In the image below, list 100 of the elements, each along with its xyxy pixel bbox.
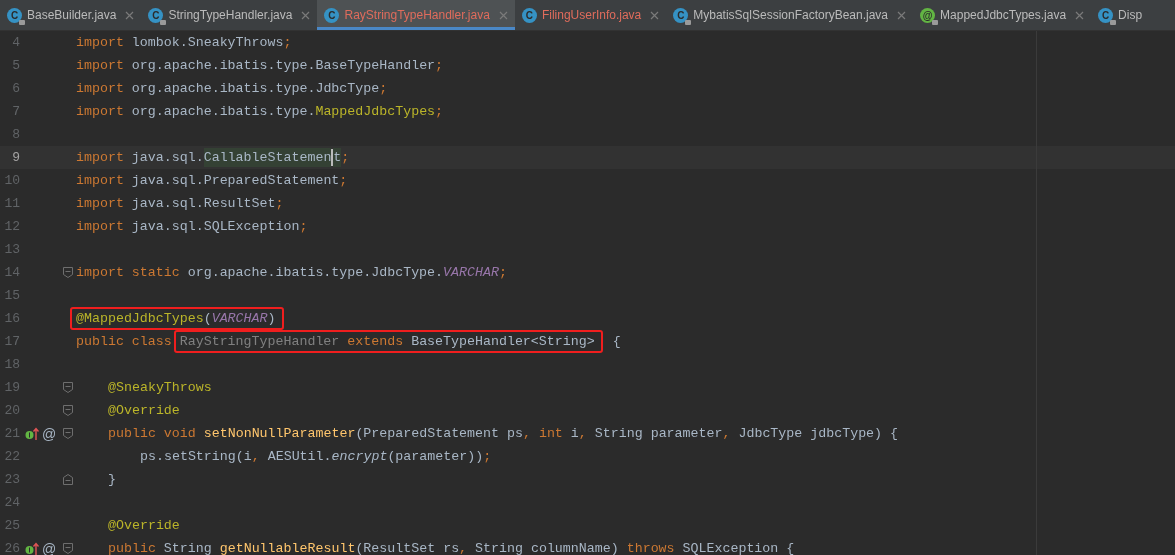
code-token: lombok.SneakyThrows — [130, 33, 284, 52]
code-token: org.apache.ibatis.type. — [130, 102, 316, 121]
line-number: 20 — [3, 401, 20, 420]
code-token: import — [76, 102, 124, 121]
code-token: extends — [346, 332, 405, 351]
code-token: ; — [498, 263, 507, 282]
code-token: String — [163, 539, 213, 555]
editor-tab[interactable]: C RayStringTypeHandler.java — [317, 0, 515, 30]
fold-icon[interactable] — [63, 267, 73, 278]
line-number: 17 — [3, 332, 20, 351]
line-number: 4 — [11, 33, 20, 52]
code-token: encrypt — [331, 447, 388, 466]
code-token: @Override — [108, 401, 180, 420]
code-token: @Override — [108, 516, 180, 535]
code-token: , — [459, 539, 469, 555]
close-icon[interactable] — [498, 10, 508, 20]
line-number: 16 — [3, 309, 20, 328]
code-token: @SneakyThrows — [108, 378, 212, 397]
class-file-icon: C — [324, 7, 340, 23]
code-token: java.sql.ResultSet — [130, 194, 276, 213]
code-token: AESUtil. — [267, 447, 332, 466]
code-token: ; — [379, 79, 388, 98]
close-icon[interactable] — [1075, 10, 1085, 20]
code-token: import — [76, 194, 124, 213]
code-token: } — [108, 470, 116, 489]
code-token: VARCHAR — [443, 263, 499, 282]
code-token: SQLException { — [682, 539, 795, 555]
line-number: 18 — [3, 355, 20, 374]
line-number: 10 — [3, 171, 20, 190]
line-number: 26 — [3, 539, 20, 555]
code-token: java.sql. — [130, 148, 204, 167]
code-token: import — [76, 79, 124, 98]
implements-up-arrow-icon[interactable] — [25, 541, 39, 555]
code-token: (PreparedStatement ps — [355, 424, 523, 443]
class-file-icon: C — [148, 7, 164, 23]
code-token: throws — [626, 539, 676, 555]
code-token: CallableStatemen — [203, 147, 332, 168]
code-token: VARCHAR — [211, 309, 268, 328]
editor-tab[interactable]: C BaseBuilder.java — [0, 0, 142, 30]
text-caret — [331, 149, 334, 166]
code-token: t — [333, 147, 342, 168]
code-token: ; — [483, 447, 492, 466]
code-token: ( — [203, 309, 212, 328]
overrides-marker[interactable]: @ — [42, 426, 57, 441]
code-token: , — [578, 424, 588, 443]
line-number: 14 — [3, 263, 20, 282]
code-token: , — [722, 424, 732, 443]
line-number: 25 — [3, 516, 20, 535]
code-token: import — [76, 33, 124, 52]
code-token: org.apache.ibatis.type.BaseTypeHandler — [130, 56, 436, 75]
fold-icon[interactable] — [63, 474, 73, 485]
close-icon[interactable] — [650, 10, 660, 20]
code-token: BaseTypeHandler<String> — [411, 332, 595, 351]
annotation-file-icon: @ — [920, 7, 936, 23]
fold-icon[interactable] — [63, 405, 73, 416]
editor-tab[interactable]: C FilingUserInfo.java — [514, 0, 667, 30]
class-file-icon: C — [673, 7, 689, 23]
code-token: import static — [76, 263, 180, 282]
editor-tab[interactable]: C StringTypeHandler.java — [141, 0, 318, 30]
code-token: ; — [339, 171, 348, 190]
code-token: java.sql.SQLException — [130, 217, 300, 236]
code-token: getNullableResult — [219, 539, 356, 555]
code-token: { — [611, 332, 621, 351]
code-token: (parameter)) — [387, 447, 484, 466]
code-token: ; — [275, 194, 284, 213]
editor-tab[interactable]: @ MappedJdbcTypes.java — [913, 0, 1092, 30]
line-number: 23 — [3, 470, 20, 489]
editor-tab[interactable]: C MybatisSqlSessionFactoryBean.java — [666, 0, 914, 30]
line-number: 11 — [3, 194, 20, 213]
code-token: import — [76, 56, 124, 75]
code-token: , — [251, 447, 261, 466]
code-token: org.apache.ibatis.type.JdbcType. — [186, 263, 444, 282]
close-icon[interactable] — [125, 10, 135, 20]
class-file-icon: C — [1098, 7, 1114, 23]
editor-tab[interactable]: C Disp — [1091, 0, 1150, 30]
line-number: 6 — [11, 79, 20, 98]
class-file-icon: C — [521, 7, 537, 23]
code-token: java.sql.PreparedStatement — [130, 171, 340, 190]
fold-icon[interactable] — [63, 543, 73, 554]
line-number: 5 — [11, 56, 20, 75]
fold-icon[interactable] — [63, 428, 73, 439]
line-number: 24 — [3, 493, 20, 512]
code-token: import — [76, 171, 124, 190]
code-token: import — [76, 148, 124, 167]
code-token: MappedJdbcTypes — [315, 102, 436, 121]
line-number: 21 — [3, 424, 20, 443]
line-number: 9 — [11, 148, 20, 167]
close-icon[interactable] — [301, 10, 311, 20]
fold-icon[interactable] — [63, 382, 73, 393]
code-token: ps.setString(i — [140, 447, 252, 466]
implements-up-arrow-icon[interactable] — [25, 426, 39, 441]
close-icon[interactable] — [897, 10, 907, 20]
code-token: ; — [435, 56, 444, 75]
line-number: 12 — [3, 217, 20, 236]
line-number: 22 — [3, 447, 20, 466]
code-token: public void — [108, 424, 197, 443]
overrides-marker[interactable]: @ — [42, 541, 57, 555]
code-token: ; — [299, 217, 308, 236]
line-number: 15 — [3, 286, 20, 305]
code-token: (ResultSet rs — [355, 539, 460, 555]
